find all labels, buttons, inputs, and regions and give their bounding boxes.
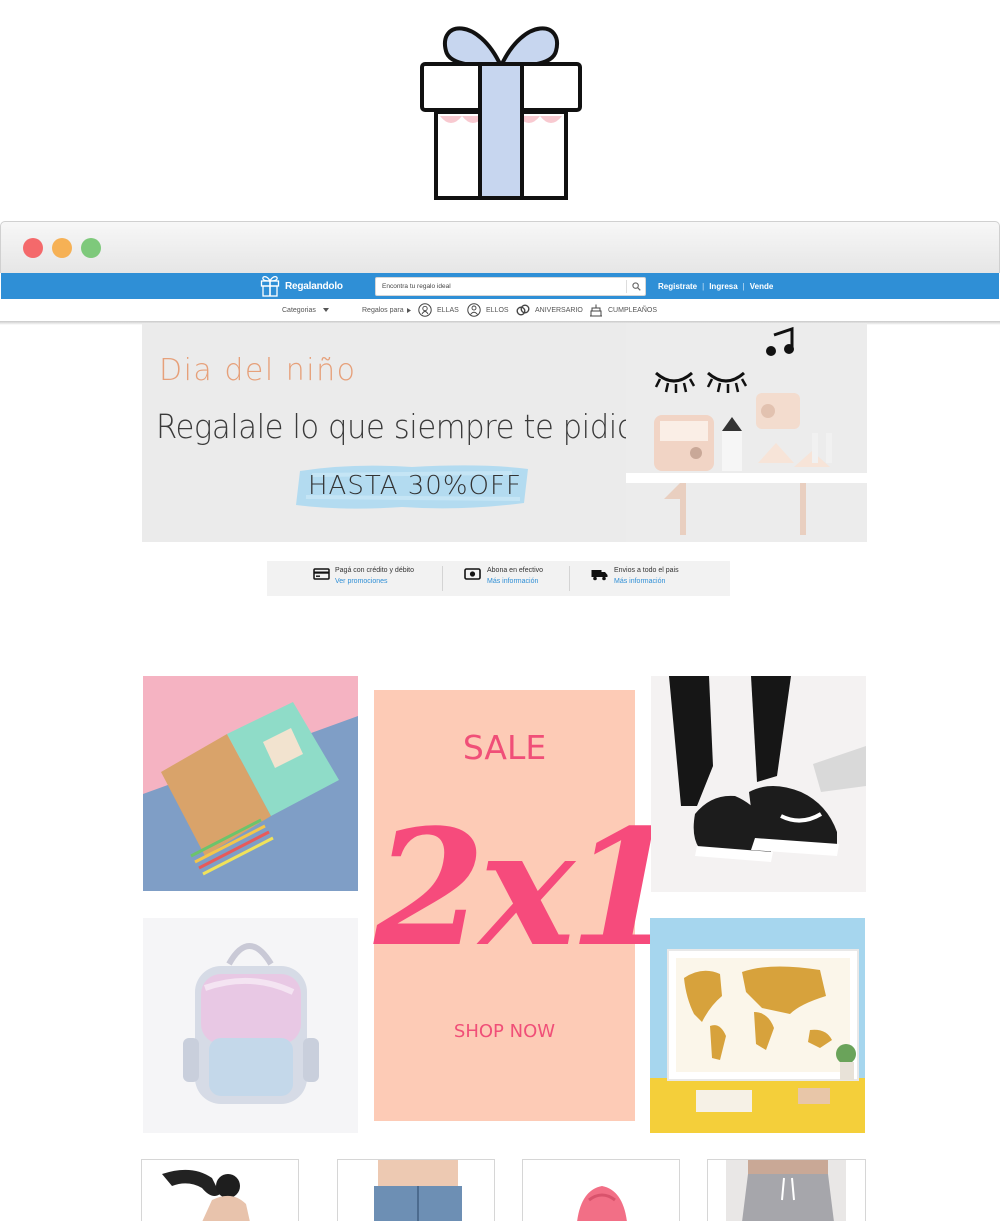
truck-icon (591, 570, 608, 581)
gift-for-label: CUMPLEAÑOS (608, 306, 658, 314)
info-title: Envios a todo el pais (614, 567, 679, 574)
product-tile-scratch-map[interactable] (650, 918, 865, 1133)
product-tile-joggers[interactable] (707, 1159, 866, 1221)
search-icon (632, 282, 641, 291)
window-maximize-button[interactable] (81, 238, 101, 258)
window-minimize-button[interactable] (52, 238, 72, 258)
product-tile-hoodie[interactable] (522, 1159, 680, 1221)
categories-label: Categorias (282, 306, 316, 314)
product-tile-notebooks[interactable] (143, 676, 358, 891)
brand-logo[interactable]: Regalandolo (260, 275, 343, 297)
hero-banner[interactable]: Dia del niño Regalale lo que siempre te … (142, 323, 867, 542)
deal-text: 2x1 (374, 794, 680, 982)
credit-card-icon (313, 568, 330, 580)
link-separator: | (742, 281, 745, 291)
gift-for-cumpleanos[interactable]: CUMPLEAÑOS (589, 299, 657, 321)
shop-now-link[interactable]: SHOP NOW (374, 1021, 635, 1042)
brand-name: Regalandolo (285, 280, 343, 292)
gift-for-label: ELLOS (486, 306, 509, 314)
search-bar (375, 277, 646, 296)
product-tile-sneakers[interactable] (651, 676, 866, 892)
info-title: Abona en efectivo (487, 567, 544, 574)
product-image (726, 1160, 846, 1221)
cash-icon (464, 568, 481, 580)
categories-dropdown[interactable]: Categorias (282, 299, 329, 321)
sale-title: SALE (462, 728, 547, 767)
payment-info-strip: Pagá con crédito y débito Ver promocione… (267, 561, 730, 596)
gift-for-label: ANIVERSARIO (535, 306, 583, 314)
product-tile-jeans[interactable] (337, 1159, 495, 1221)
register-link[interactable]: Registrate (658, 282, 697, 291)
link-separator: | (702, 281, 705, 291)
info-link[interactable]: Ver promociones (335, 578, 388, 585)
product-image (374, 1160, 462, 1221)
cake-icon (590, 304, 602, 317)
product-tile-backpack[interactable] (143, 918, 358, 1133)
banner-promo: HASTA 30%OFF (308, 471, 522, 501)
caret-right-icon (406, 307, 411, 313)
gift-for-label: ELLAS (437, 306, 459, 314)
search-divider (626, 280, 627, 293)
info-link[interactable]: Más información (487, 578, 538, 585)
header-links: Registrate | Ingresa | Vende (658, 273, 773, 299)
info-separator (569, 566, 570, 591)
rings-icon (516, 304, 530, 316)
caret-down-icon (322, 308, 329, 312)
product-image (577, 1186, 627, 1221)
site-header: Regalandolo Registrate | Ingresa | Vende (1, 273, 999, 299)
search-button[interactable] (628, 278, 645, 295)
login-link[interactable]: Ingresa (709, 282, 737, 291)
gift-icon (260, 275, 280, 297)
woman-icon (418, 303, 432, 317)
product-image (162, 1169, 250, 1221)
product-tile-fitness[interactable] (141, 1159, 299, 1221)
toy-shelf-image (626, 323, 867, 542)
gift-for-ellos[interactable]: ELLOS (467, 299, 509, 321)
info-title: Pagá con crédito y débito (335, 567, 414, 574)
man-icon (467, 303, 481, 317)
sell-link[interactable]: Vende (750, 282, 774, 291)
window-close-button[interactable] (23, 238, 43, 258)
gift-logo-icon (420, 26, 582, 200)
category-bar: Categorias Regalos para ELLAS ELLOS ANIV… (1, 299, 999, 321)
window-frame: Regalandolo Registrate | Ingresa | Vende (0, 221, 1000, 325)
banner-kicker: Dia del niño (159, 353, 357, 388)
gifts-for-label: Regalos para (362, 306, 404, 314)
info-separator (442, 566, 443, 591)
sale-2x1-card[interactable]: SALE 2x1 SHOP NOW (374, 690, 680, 1121)
window-titlebar (0, 221, 1000, 273)
banner-headline: Regalale lo que siempre te pidio (156, 407, 636, 446)
info-link[interactable]: Más información (614, 578, 665, 585)
gift-for-aniversario[interactable]: ANIVERSARIO (516, 299, 583, 321)
gifts-for-dropdown[interactable]: Regalos para (362, 299, 411, 321)
gift-for-ellas[interactable]: ELLAS (418, 299, 459, 321)
search-input[interactable] (376, 278, 624, 295)
